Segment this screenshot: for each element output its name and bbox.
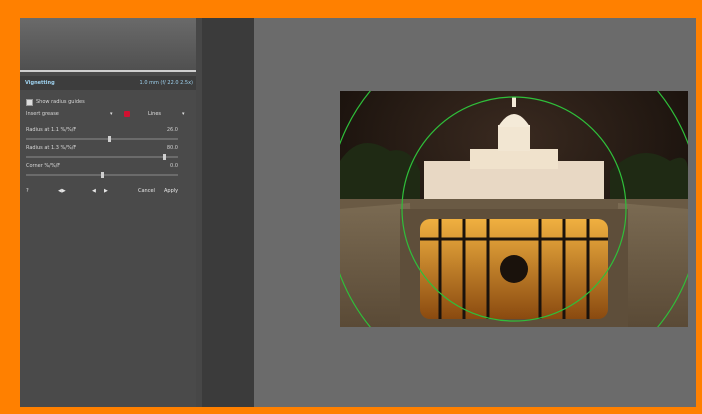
apply-button[interactable]: Apply (164, 186, 178, 196)
color-swatch[interactable] (124, 111, 130, 117)
vignetting-title: Vignetting (25, 80, 55, 86)
show-guide-row[interactable]: Show radius guides (20, 96, 196, 108)
radius1-slider[interactable] (26, 136, 178, 142)
radius1-row: Radius at 1.1 %/%/F 26.0 (20, 124, 196, 136)
lens-info: 1.0 mm (f/ 22.0 2.5x) (139, 80, 193, 86)
corner-value[interactable]: 0.0 (170, 160, 178, 172)
radius1-label: Radius at 1.1 %/%/F (26, 127, 77, 133)
radius2-row: Radius at 1.3 %/%/F 80.0 (20, 142, 196, 154)
radius2-value[interactable]: 80.0 (167, 142, 178, 154)
radius2-label: Radius at 1.3 %/%/F (26, 145, 77, 151)
show-guide-checkbox[interactable] (26, 99, 33, 106)
radius1-value[interactable]: 26.0 (167, 124, 178, 136)
photo-image[interactable] (340, 91, 688, 327)
cancel-button[interactable]: Cancel (138, 186, 155, 196)
mode-dropdown[interactable]: Lines (148, 108, 161, 120)
vignetting-header[interactable]: Vignetting 1.0 mm (f/ 22.0 2.5x) (20, 76, 196, 90)
corner-slider-knob[interactable] (101, 172, 104, 178)
insert-dropdown-arrow-icon[interactable]: ▾ (110, 108, 113, 120)
previous-icon[interactable]: ◀ (92, 186, 96, 196)
corner-slider[interactable] (26, 172, 178, 178)
panel-button-bar: ? ◀▶ ◀ ▶ Cancel Apply (20, 186, 196, 196)
help-icon[interactable]: ? (26, 186, 29, 196)
next-icon[interactable]: ▶ (104, 186, 108, 196)
mode-dropdown-arrow-icon[interactable]: ▾ (182, 108, 185, 120)
prev-next-icon[interactable]: ◀▶ (58, 186, 66, 196)
panel-gutter (196, 18, 254, 407)
panel-top-area (20, 18, 196, 72)
insert-row: Insert grease ▾ Lines ▾ (20, 108, 196, 120)
panel-divider[interactable] (196, 18, 202, 407)
corner-label: Corner %/%/F (26, 163, 61, 169)
radius2-slider[interactable] (26, 154, 178, 160)
capitol-photo-svg (340, 91, 688, 327)
left-panel: Vignetting 1.0 mm (f/ 22.0 2.5x) Show ra… (20, 18, 196, 407)
app-window: Vignetting 1.0 mm (f/ 22.0 2.5x) Show ra… (20, 18, 696, 407)
insert-dropdown[interactable]: Insert grease (26, 108, 59, 120)
corner-row: Corner %/%/F 0.0 (20, 160, 196, 172)
show-guide-label: Show radius guides (36, 99, 85, 105)
